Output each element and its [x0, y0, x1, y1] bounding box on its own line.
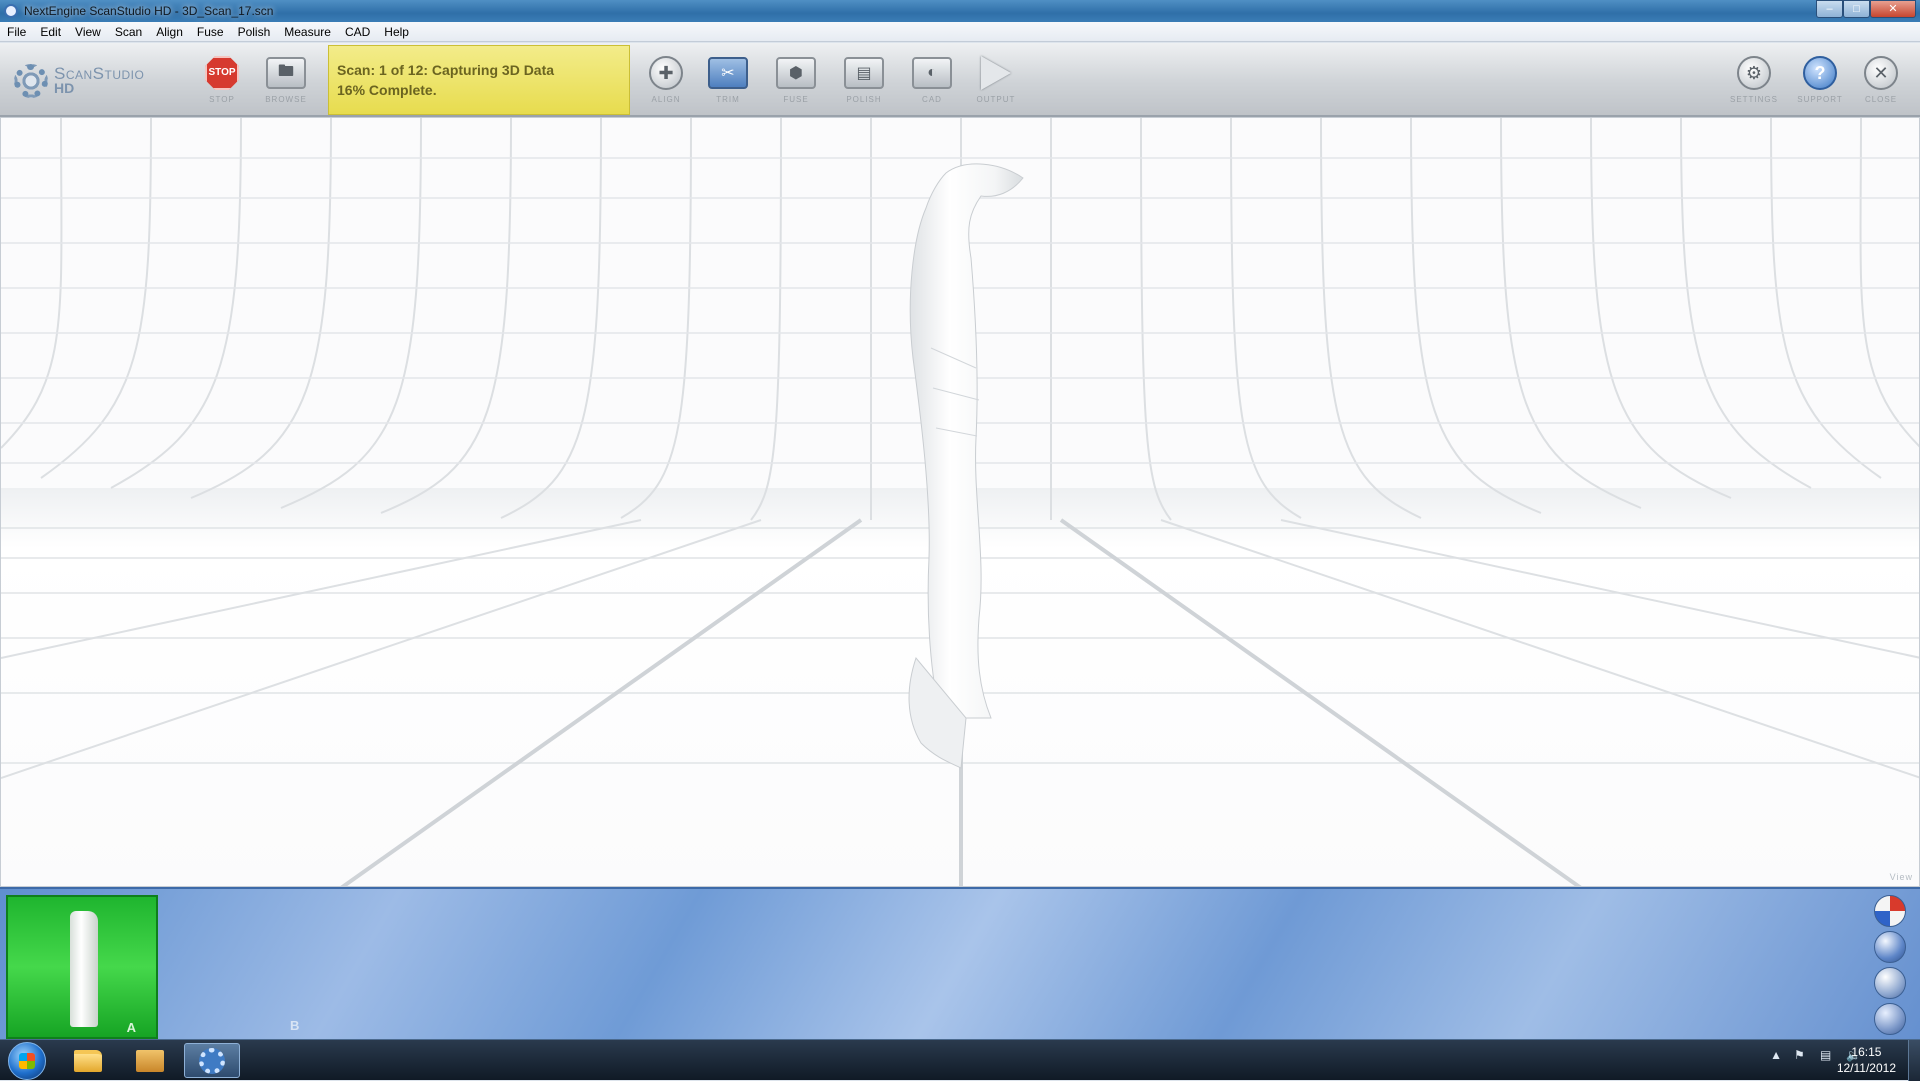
menu-scan[interactable]: Scan — [108, 25, 149, 39]
app-icon — [4, 4, 18, 18]
taskbar-app-2[interactable] — [122, 1043, 178, 1078]
logo-gear-icon — [14, 64, 48, 98]
scan-thumbnail-a[interactable]: A — [6, 895, 158, 1039]
action-center-flag-icon[interactable]: ⚑ — [1794, 1048, 1808, 1062]
logo-subtext: HD — [54, 80, 75, 96]
polish-label: Polish — [846, 95, 882, 104]
minimize-button[interactable]: – — [1816, 0, 1843, 18]
support-label: Support — [1797, 95, 1843, 104]
main-toolbar: ScanStudio HD STOP Stop 🖿 Browse Scan: 1… — [0, 43, 1920, 117]
envelope-icon — [136, 1049, 164, 1072]
fuse-button[interactable]: ⬢ Fuse — [766, 53, 826, 113]
browse-button[interactable]: 🖿 Browse — [256, 53, 316, 113]
close-window-button[interactable]: ✕ — [1870, 0, 1916, 18]
crosshair-icon: ✚ — [649, 56, 683, 90]
align-label: Align — [651, 95, 681, 104]
menu-fuse[interactable]: Fuse — [190, 25, 231, 39]
stop-sign-icon: STOP — [205, 56, 239, 90]
trim-button[interactable]: ✂ Trim — [698, 53, 758, 113]
scan-progress-text: 16% Complete. — [337, 82, 437, 98]
trim-label: Trim — [716, 95, 740, 104]
scan-strip: A B — [0, 887, 1920, 1039]
scan-status-panel: Scan: 1 of 12: Capturing 3D Data 16% Com… — [328, 45, 630, 115]
window-controls: – □ ✕ — [1816, 0, 1916, 18]
cad-button[interactable]: ◐ CAD — [902, 53, 962, 113]
cad-icon: ◐ — [912, 57, 952, 89]
support-button[interactable]: ? Support — [1790, 53, 1850, 113]
solid-sphere-icon[interactable] — [1874, 931, 1906, 963]
taskbar-clock[interactable]: 16:15 12/11/2012 — [1837, 1044, 1896, 1076]
scanstudio-icon — [199, 1047, 225, 1074]
close-button[interactable]: ✕ Close — [1851, 53, 1911, 113]
toolbox-icon: ▤ — [844, 57, 884, 89]
thumbnail-label-a: A — [126, 1020, 136, 1035]
thumbnail-object — [70, 911, 98, 1027]
folder-icon: 🖿 — [266, 57, 306, 89]
menu-align[interactable]: Align — [149, 25, 190, 39]
scanstudio-logo: ScanStudio HD — [14, 61, 184, 101]
clock-time: 16:15 — [1851, 1045, 1882, 1059]
window-title: NextEngine ScanStudio HD - 3D_Scan_17.sc… — [24, 4, 274, 18]
wireframe-sphere-icon[interactable] — [1874, 967, 1906, 999]
scan-status-line: Scan: 1 of 12: Capturing 3D Data — [337, 62, 555, 78]
menu-file[interactable]: File — [0, 25, 33, 39]
stop-button[interactable]: STOP Stop — [192, 53, 252, 113]
texture-sphere-icon[interactable] — [1874, 895, 1906, 927]
scissors-icon: ✂ — [708, 57, 748, 89]
cube-icon: ⬢ — [776, 57, 816, 89]
fuse-label: Fuse — [783, 95, 809, 104]
show-desktop-button[interactable] — [1908, 1040, 1920, 1081]
3d-viewport[interactable]: View — [0, 117, 1920, 887]
gear-icon: ⚙ — [1737, 56, 1771, 90]
output-label: Output — [976, 95, 1016, 104]
output-button[interactable]: Output — [966, 53, 1026, 113]
tray-expand-icon[interactable]: ▲ — [1770, 1048, 1782, 1062]
menu-help[interactable]: Help — [377, 25, 416, 39]
menu-cad[interactable]: CAD — [338, 25, 377, 39]
close-label: Close — [1864, 95, 1898, 104]
settings-label: Settings — [1729, 95, 1778, 104]
taskbar-explorer[interactable] — [60, 1043, 116, 1078]
render-mode-selector — [1874, 895, 1910, 1039]
start-button[interactable] — [8, 1042, 46, 1080]
title-bar: NextEngine ScanStudio HD - 3D_Scan_17.sc… — [0, 0, 1920, 22]
maximize-button[interactable]: □ — [1843, 0, 1870, 18]
menu-edit[interactable]: Edit — [33, 25, 68, 39]
browse-label: Browse — [265, 95, 307, 104]
play-icon — [981, 56, 1011, 90]
menu-view[interactable]: View — [68, 25, 108, 39]
polish-button[interactable]: ▤ Polish — [834, 53, 894, 113]
windows-logo-icon — [19, 1053, 35, 1069]
close-icon: ✕ — [1864, 56, 1898, 90]
grid-scene — [1, 118, 1919, 886]
network-icon[interactable]: ▤ — [1820, 1048, 1834, 1062]
taskbar-scanstudio[interactable] — [184, 1043, 240, 1078]
help-icon: ? — [1803, 56, 1837, 90]
scan-slot-label-b: B — [290, 1018, 300, 1033]
windows-taskbar: ▲ ⚑ ▤ 🔈 16:15 12/11/2012 — [0, 1039, 1920, 1081]
cad-label: CAD — [922, 95, 942, 104]
clock-date: 12/11/2012 — [1836, 1061, 1896, 1075]
menu-polish[interactable]: Polish — [231, 25, 278, 39]
stop-label: Stop — [209, 95, 235, 104]
logo-text: ScanStudio — [54, 64, 145, 83]
points-sphere-icon[interactable] — [1874, 1003, 1906, 1035]
settings-button[interactable]: ⚙ Settings — [1724, 53, 1784, 113]
align-button[interactable]: ✚ Align — [636, 53, 696, 113]
menu-bar: File Edit View Scan Align Fuse Polish Me… — [0, 22, 1920, 42]
folder-icon — [74, 1049, 102, 1072]
menu-measure[interactable]: Measure — [277, 25, 338, 39]
view-label: View — [1889, 872, 1913, 882]
